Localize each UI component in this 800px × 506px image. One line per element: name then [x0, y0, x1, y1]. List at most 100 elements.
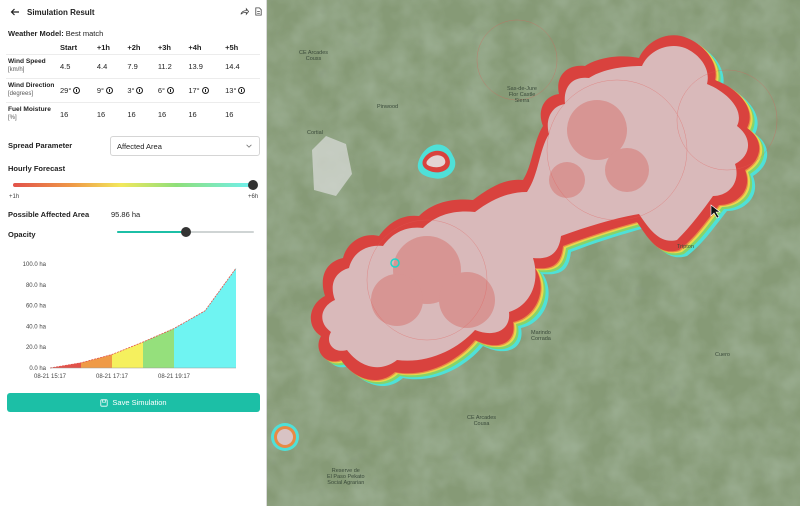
map-label: Cuero: [715, 352, 730, 358]
table-header-row: Start +1h +2h +3h +4h +5h: [6, 41, 260, 54]
direction-arrow-icon: [136, 86, 144, 94]
table-cell: 9°: [94, 77, 126, 102]
hourly-forecast-label: Hourly Forecast: [8, 164, 66, 173]
row-label: Wind Speed [km/h]: [6, 53, 58, 78]
table-cell: 16: [94, 101, 126, 126]
table-cell: 16: [125, 101, 156, 126]
table-cell: 6°: [155, 77, 187, 102]
map-label: Reserve de El Paso Pekato Social Agraria…: [327, 468, 365, 486]
row-label-text: Wind Direction: [8, 82, 55, 89]
back-button[interactable]: [8, 5, 22, 19]
chevron-down-icon: [246, 144, 252, 148]
export-button[interactable]: [252, 5, 265, 18]
table-cell: 7.9: [125, 53, 156, 78]
map-label: CE Arcades Cousa: [467, 415, 497, 427]
opacity-slider-handle[interactable]: [180, 227, 191, 237]
y-tick-label: 0.0 ha: [29, 366, 46, 372]
direction-arrow-icon: [238, 86, 246, 94]
share-button[interactable]: [238, 5, 251, 18]
table-cell: 13.9: [186, 53, 224, 78]
x-tick-label: 08-21 15:17: [34, 374, 67, 380]
column-header: +5h: [225, 42, 239, 52]
table-row-wind-speed: Wind Speed [km/h] 4.5 4.4 7.9 11.2 13.9 1…: [6, 53, 260, 78]
direction-value: 29°: [60, 85, 72, 95]
map-label: Cortial: [307, 130, 323, 136]
map-label: Pinwood: [377, 104, 399, 110]
simulation-panel: Simulation Result Weather Model: Best ma…: [0, 0, 267, 506]
table-cell: 4.4: [94, 53, 126, 78]
forecast-end-label: +6h: [248, 194, 259, 200]
row-unit: [degrees]: [8, 91, 34, 97]
table-cell: 13°: [223, 77, 260, 102]
affected-area-chart: 0.0 ha 20.0 ha 40.0 ha 60.0 ha 80.0 ha 100.0 …: [23, 262, 237, 380]
forecast-slider-handle[interactable]: [248, 180, 258, 190]
direction-arrow-icon: [105, 86, 113, 94]
map-label: Sas-de-Jure Flor Castle Sierra: [507, 86, 537, 104]
area-band: [112, 342, 143, 368]
direction-value: 13°: [225, 85, 237, 95]
weather-model-value: Best match: [65, 29, 104, 38]
table-cell: 3°: [125, 77, 156, 102]
table-header-empty: [6, 41, 58, 54]
y-tick-label: 40.0 ha: [26, 324, 47, 330]
direction-arrow-icon: [201, 86, 209, 94]
forecast-start-label: +1h: [9, 194, 20, 200]
table-cell: 14.4: [223, 53, 260, 78]
y-tick-label: 100.0 ha: [23, 262, 47, 268]
row-unit: [km/h]: [8, 67, 25, 73]
save-simulation-label: Save Simulation: [112, 398, 167, 407]
direction-value: 6°: [157, 85, 165, 95]
column-header: +1h: [96, 42, 110, 52]
weather-model-label: Weather Model:: [8, 29, 64, 38]
affected-area-value: 95.86 ha: [111, 210, 141, 219]
table-cell: 16: [58, 101, 95, 126]
map-label: CE Arcades Couss: [299, 50, 329, 62]
table-cell: 4.5: [58, 53, 95, 78]
spread-parameter-label: Spread Parameter: [8, 141, 73, 150]
affected-area-label: Possible Affected Area: [8, 210, 90, 219]
row-label-text: Fuel Moisture: [8, 106, 51, 114]
y-tick-label: 60.0 ha: [26, 304, 47, 310]
direction-value: 17°: [188, 85, 200, 95]
panel-header: Simulation Result: [0, 0, 267, 24]
opacity-slider-fill: [117, 231, 186, 233]
y-tick-label: 80.0 ha: [26, 283, 47, 289]
table-row-fuel-moisture: Fuel Moisture [%] 16 16 16 16 16 16: [6, 101, 260, 126]
area-band: [205, 268, 236, 368]
spread-parameter-value: Affected Area: [117, 141, 162, 151]
table-cell: 16: [186, 101, 224, 126]
forecast-timeline[interactable]: [13, 183, 253, 187]
terrain-map: [267, 0, 800, 506]
map-label: Marindo Corrada: [531, 330, 551, 342]
y-tick-label: 20.0 ha: [26, 345, 47, 351]
arrow-left-icon: [10, 8, 19, 16]
opacity-label: Opacity: [8, 230, 36, 239]
row-label: Fuel Moisture [%]: [6, 101, 58, 126]
document-icon: [255, 7, 262, 16]
direction-arrow-icon: [73, 86, 81, 94]
column-header: +2h: [127, 42, 141, 52]
column-header: +4h: [188, 42, 202, 52]
table-cell: 29°: [58, 77, 95, 102]
direction-arrow-icon: [166, 86, 174, 94]
row-label: Wind Direction [degrees]: [6, 77, 58, 102]
table-cell: 17°: [186, 77, 224, 102]
column-header: Start: [60, 42, 78, 52]
column-header: +3h: [157, 42, 171, 52]
weather-model: Weather Model: Best match: [8, 29, 103, 38]
save-simulation-button[interactable]: Save Simulation: [7, 393, 260, 412]
weather-table: Start +1h +2h +3h +4h +5h Wind Speed [km/…: [6, 41, 260, 126]
direction-value: 9°: [96, 85, 104, 95]
map-view[interactable]: CE Arcades Couss Pinwood Sas-de-Jure Flo…: [267, 0, 800, 506]
table-cell: 16: [223, 101, 260, 126]
spread-parameter-select[interactable]: Affected Area: [110, 136, 260, 156]
x-tick-label: 08-21 17:17: [96, 374, 129, 380]
direction-value: 3°: [127, 85, 135, 95]
spot-fire-edge-core: [277, 429, 293, 445]
table-row-wind-direction: Wind Direction [degrees] 29° 9° 3° 6° 17°…: [6, 77, 260, 102]
row-label-text: Wind Speed: [8, 58, 46, 65]
share-icon: [240, 7, 249, 16]
row-unit: [%]: [8, 115, 17, 122]
map-label: Tripton: [677, 244, 694, 250]
table-cell: 11.2: [155, 53, 187, 78]
